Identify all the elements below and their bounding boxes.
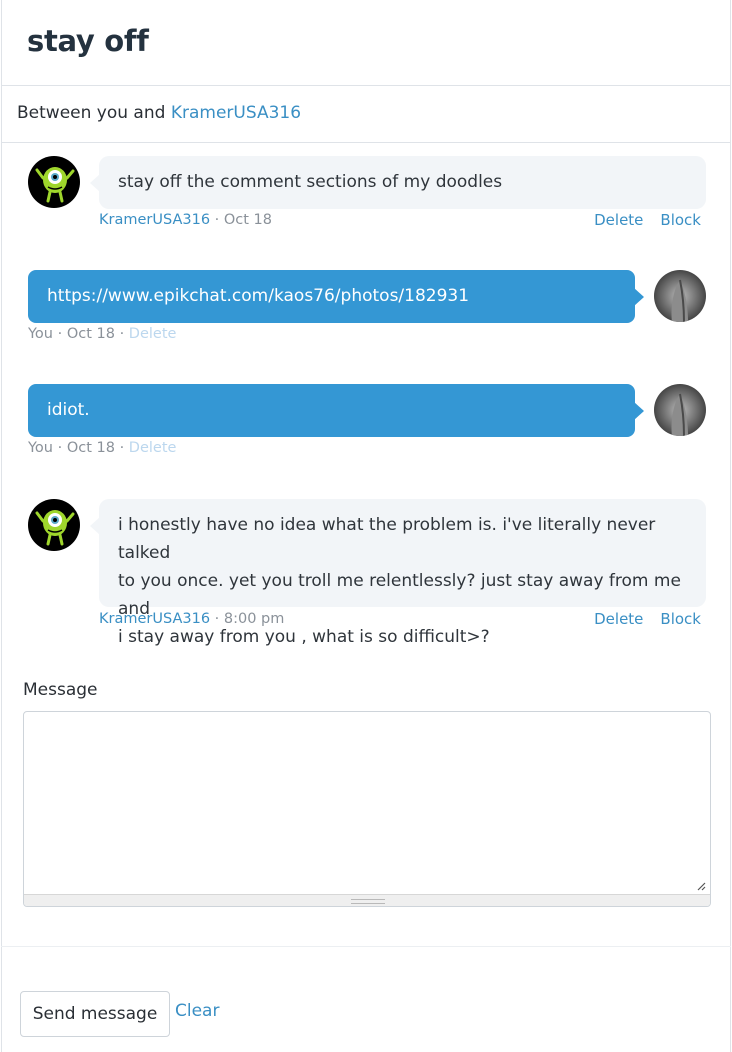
partner-profile-link[interactable]: KramerUSA316 <box>171 103 301 123</box>
message-text[interactable]: https://www.epikchat.com/kaos76/photos/1… <box>47 286 469 306</box>
message-time: Oct 18 <box>66 326 115 342</box>
delete-link[interactable]: Delete <box>129 326 177 342</box>
monster-avatar-icon <box>28 156 80 208</box>
message-textarea[interactable] <box>24 712 710 895</box>
message-meta: You · Oct 18 · Delete <box>28 440 177 456</box>
resize-grip[interactable] <box>24 894 710 906</box>
message-author-link[interactable]: KramerUSA316 <box>99 611 210 627</box>
partner-avatar[interactable] <box>28 156 80 208</box>
partner-avatar[interactable] <box>28 499 80 551</box>
message-text: idiot. <box>47 400 90 420</box>
message-textarea-container <box>23 711 711 907</box>
message-bubble-outgoing: idiot. <box>28 384 644 437</box>
message-meta: KramerUSA316 · Oct 18 <box>99 212 273 228</box>
delete-link[interactable]: Delete <box>594 211 643 229</box>
delete-link[interactable]: Delete <box>129 440 177 456</box>
clear-link[interactable]: Clear <box>175 1001 219 1021</box>
message-time: Oct 18 <box>223 212 273 228</box>
message-actions: Delete Block <box>577 211 701 229</box>
divider <box>1 142 731 143</box>
message-actions: Delete Block <box>577 610 701 628</box>
message-text: stay off the comment sections of my dood… <box>118 172 503 192</box>
divider <box>1 946 731 947</box>
resize-handle-icon[interactable] <box>696 881 706 891</box>
message-author: You <box>28 440 53 456</box>
message-bubble: stay off the comment sections of my dood… <box>90 156 706 209</box>
message-time: Oct 18 <box>66 440 115 456</box>
block-link[interactable]: Block <box>660 610 701 628</box>
message-author-link[interactable]: KramerUSA316 <box>99 212 210 228</box>
divider <box>1 85 731 86</box>
monster-avatar-icon <box>28 499 80 551</box>
message-bubble-outgoing: https://www.epikchat.com/kaos76/photos/1… <box>28 270 644 323</box>
block-link[interactable]: Block <box>660 211 701 229</box>
message-author: You <box>28 326 53 342</box>
delete-link[interactable]: Delete <box>594 610 643 628</box>
self-avatar[interactable] <box>654 384 706 436</box>
message-text-line: i honestly have no idea what the problem… <box>118 515 656 563</box>
message-field-label: Message <box>23 680 98 700</box>
message-bubble: i honestly have no idea what the problem… <box>90 499 706 647</box>
photo-avatar-icon <box>654 270 706 322</box>
message-meta: You · Oct 18 · Delete <box>28 326 177 342</box>
between-label: Between you and <box>17 103 166 123</box>
photo-avatar-icon <box>654 384 706 436</box>
conversation-participants: Between you and KramerUSA316 <box>17 103 301 123</box>
send-message-button[interactable]: Send message <box>20 991 170 1037</box>
self-avatar[interactable] <box>654 270 706 322</box>
message-time: 8:00 pm <box>223 611 285 627</box>
page-title: stay off <box>27 24 149 58</box>
message-meta: KramerUSA316 · 8:00 pm <box>99 611 285 627</box>
